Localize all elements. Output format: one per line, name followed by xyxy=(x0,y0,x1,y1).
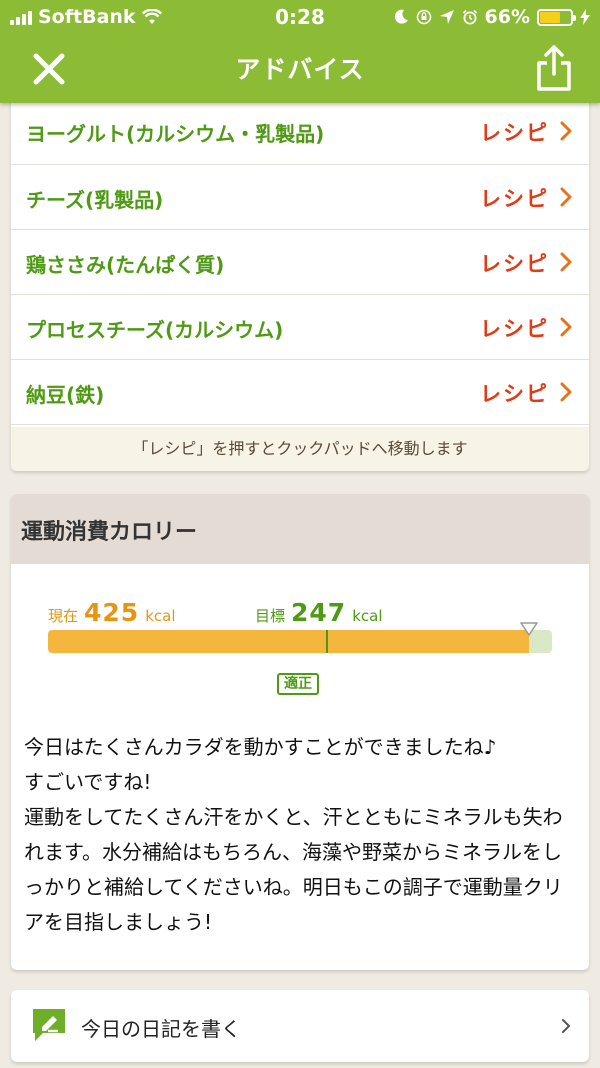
recipe-link[interactable]: レシピ xyxy=(480,183,549,213)
chevron-right-icon xyxy=(560,317,572,337)
target-unit: kcal xyxy=(352,607,383,625)
chevron-right-icon xyxy=(562,1019,570,1033)
recipe-list-card: ヨーグルト(カルシウム・乳製品) レシピ チーズ(乳製品) レシピ 鶏ささみ(た… xyxy=(11,99,589,471)
list-item[interactable]: プロセスチーズ(カルシウム) レシピ xyxy=(11,295,589,360)
list-item[interactable]: 納豆(鉄) レシピ xyxy=(11,360,589,425)
chevron-right-icon xyxy=(560,382,572,402)
status-bar: SoftBank 0:28 66% xyxy=(0,0,600,34)
gauge-target-line xyxy=(325,630,328,653)
recipe-footer-note: 「レシピ」を押すとクックパッドへ移動します xyxy=(11,427,589,471)
chevron-right-icon xyxy=(560,252,572,272)
chevron-right-icon xyxy=(560,187,572,207)
list-item[interactable]: ヨーグルト(カルシウム・乳製品) レシピ xyxy=(11,99,589,165)
list-item[interactable]: 鶏ささみ(たんぱく質) レシピ xyxy=(11,230,589,295)
charging-icon xyxy=(580,9,590,25)
calorie-gauge: 現在 425 kcal 目標 247 kcal 適正 xyxy=(48,590,552,710)
current-value: 425 xyxy=(84,598,140,627)
nav-bar: アドバイス xyxy=(0,34,600,103)
diary-label: 今日の日記を書く xyxy=(81,1017,241,1041)
moon-icon xyxy=(394,9,408,24)
food-name: チーズ(乳製品) xyxy=(26,188,164,212)
current-unit: kcal xyxy=(145,607,176,625)
food-name: 納豆(鉄) xyxy=(26,383,105,407)
write-diary-button[interactable]: 今日の日記を書く xyxy=(11,990,589,1062)
current-marker-icon xyxy=(520,622,539,636)
app-header: SoftBank 0:28 66% アドバイス xyxy=(0,0,600,103)
list-item[interactable]: チーズ(乳製品) レシピ xyxy=(11,165,589,230)
target-label: 目標 xyxy=(255,607,286,625)
current-calorie: 現在 425 kcal xyxy=(48,598,176,627)
location-icon xyxy=(439,10,454,24)
gauge-track xyxy=(48,630,552,653)
chevron-right-icon xyxy=(560,121,572,141)
exercise-card-title: 運動消費カロリー xyxy=(21,520,198,545)
target-value: 247 xyxy=(291,598,347,627)
recipe-link[interactable]: レシピ xyxy=(480,248,549,278)
exercise-calorie-card: 運動消費カロリー 現在 425 kcal 目標 247 kcal 適正 今日はたくさんカ… xyxy=(11,494,589,970)
advice-text: 今日はたくさんカラダを動かすことができましたね♪ すごいですね! 運動をしてたく… xyxy=(24,735,563,934)
current-label: 現在 xyxy=(48,607,79,625)
gauge-fill xyxy=(48,630,530,653)
status-bar-right: 66% xyxy=(393,6,590,28)
recipe-link[interactable]: レシピ xyxy=(480,117,549,147)
page-title: アドバイス xyxy=(235,55,365,84)
pencil-note-icon xyxy=(33,1009,65,1041)
status-badge: 適正 xyxy=(277,673,319,695)
alarm-icon xyxy=(462,9,477,25)
food-name: 鶏ささみ(たんぱく質) xyxy=(26,253,225,277)
food-name: ヨーグルト(カルシウム・乳製品) xyxy=(26,122,325,146)
food-name: プロセスチーズ(カルシウム) xyxy=(26,318,284,342)
recipe-link[interactable]: レシピ xyxy=(480,378,549,408)
recipe-link[interactable]: レシピ xyxy=(480,313,549,343)
battery-percent: 66% xyxy=(484,6,530,28)
exercise-card-header: 運動消費カロリー xyxy=(11,494,589,564)
share-icon[interactable] xyxy=(534,42,574,94)
rotation-lock-icon xyxy=(416,9,431,25)
target-calorie: 目標 247 kcal xyxy=(255,598,383,627)
battery-icon xyxy=(537,8,576,26)
